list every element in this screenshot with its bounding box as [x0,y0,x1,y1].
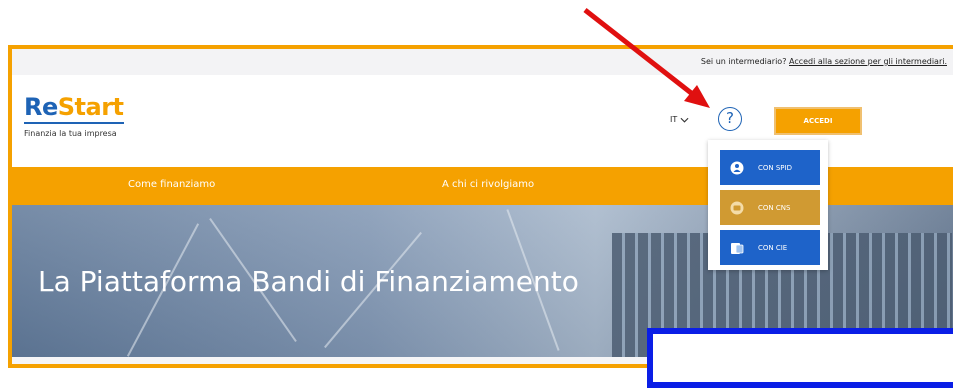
logo-tagline: Finanzia la tua impresa [24,129,117,138]
top-bar: Sei un intermediario? Accedi alla sezion… [12,49,953,75]
language-label: IT [670,115,678,124]
login-dropdown: CON SPID CON CNS CON CIE [708,140,828,270]
logo-re: Re [24,93,58,121]
chevron-down-icon [680,117,689,123]
logo-start: Start [57,93,124,121]
nav-item-come-finanziamo[interactable]: Come finanziamo [128,179,215,190]
login-spid-button[interactable]: CON SPID [720,150,820,185]
cns-card-icon [730,201,744,215]
language-selector[interactable]: IT [670,115,689,124]
login-spid-label: CON SPID [758,163,792,172]
login-cie-button[interactable]: CON CIE [720,230,820,265]
nav-item-a-chi-ci-rivolgiamo[interactable]: A chi ci rivolgiamo [442,179,534,190]
spid-user-icon [730,161,744,175]
login-button[interactable]: ACCEDI [774,107,862,135]
logo-underline [24,122,124,124]
login-cie-label: CON CIE [758,243,788,252]
annotation-blue-box [647,328,953,388]
hero-title: La Piattaforma Bandi di Finanziamento [38,265,579,298]
intermediary-link[interactable]: Accedi alla sezione per gli intermediari… [789,57,947,66]
login-cns-label: CON CNS [758,203,791,212]
intermediary-question: Sei un intermediario? [700,57,787,66]
login-cns-button[interactable]: CON CNS [720,190,820,225]
restart-logo[interactable]: ReStart Finanzia la tua impresa [24,93,124,138]
intermediary-notice: Sei un intermediario? Accedi alla sezion… [701,57,947,66]
help-icon[interactable]: ? [718,107,742,131]
cie-card-icon [730,241,744,255]
